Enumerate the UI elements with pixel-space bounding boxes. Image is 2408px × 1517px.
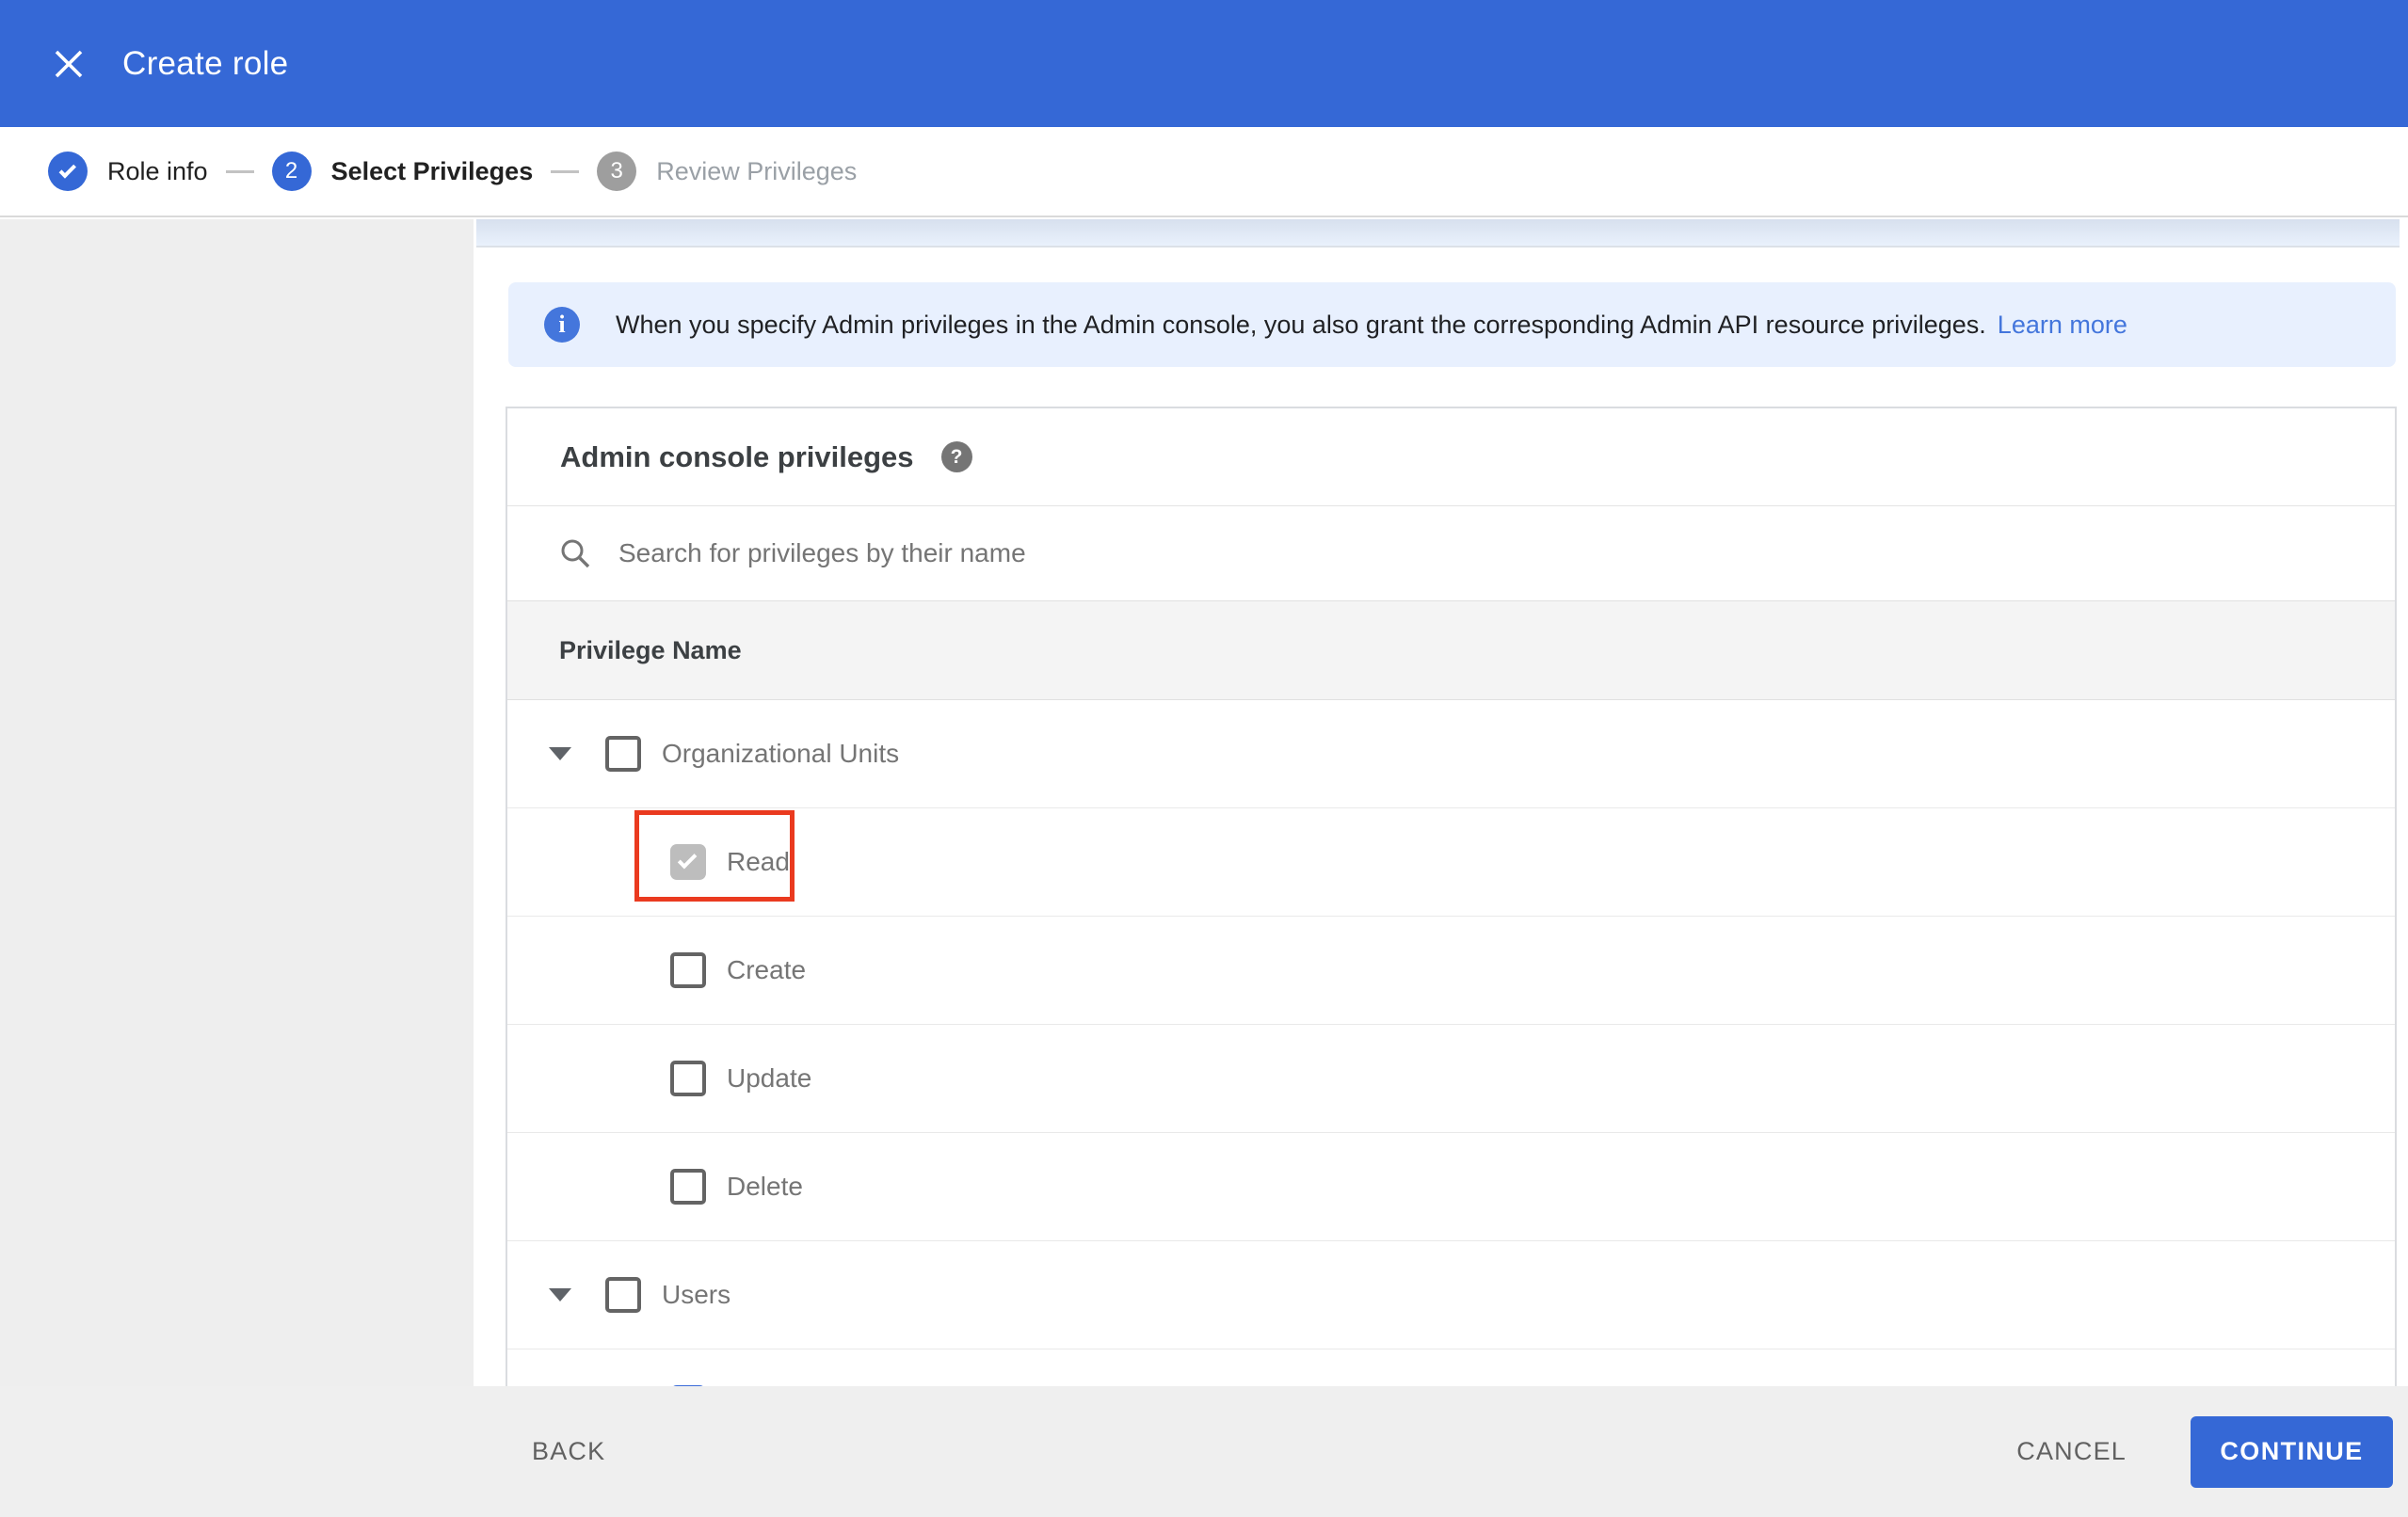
privilege-label: Organizational Units: [662, 739, 900, 768]
checkmark-icon: [677, 849, 697, 870]
help-icon[interactable]: ?: [940, 441, 972, 472]
step-select-privileges[interactable]: 2 Select Privileges: [271, 152, 534, 191]
step1-label: Role info: [107, 156, 208, 185]
privilege-label: Delete: [727, 1172, 803, 1201]
content-pane: i When you specify Admin privileges in t…: [474, 219, 2408, 1461]
continue-button[interactable]: CONTINUE: [2191, 1415, 2393, 1488]
dialog-title: Create role: [122, 44, 289, 82]
card-header: Admin console privileges ?: [507, 408, 2395, 506]
privilege-label: Update: [727, 1063, 812, 1093]
privilege-row-ou-delete[interactable]: Delete: [507, 1133, 2395, 1241]
privilege-search-row: [507, 506, 2395, 600]
info-icon: i: [544, 307, 580, 343]
admin-console-privileges-card: Admin console privileges ? Privilege Nam…: [506, 407, 2397, 1461]
privilege-label: Create: [727, 955, 807, 984]
privilege-name-header: Privilege Name: [559, 635, 742, 664]
info-banner: i When you specify Admin privileges in t…: [508, 282, 2396, 367]
privilege-row-ou-create[interactable]: Create: [507, 917, 2395, 1025]
privilege-label: Users: [662, 1280, 731, 1309]
checkbox-ou-update[interactable]: [670, 1061, 706, 1096]
create-role-dialog: Create role Role info 2 Select Privilege…: [0, 0, 2408, 1517]
cancel-button[interactable]: CANCEL: [2016, 1437, 2127, 1466]
step-review-privileges[interactable]: 3 Review Privileges: [597, 152, 857, 191]
step2-number: 2: [271, 152, 312, 191]
checkbox-ou-read-checked[interactable]: [670, 844, 706, 880]
checkbox-ou-create[interactable]: [670, 952, 706, 988]
stepper: Role info 2 Select Privileges 3 Review P…: [0, 127, 2408, 217]
privilege-row-ou-update[interactable]: Update: [507, 1025, 2395, 1133]
privilege-row-ou-read[interactable]: Read: [507, 808, 2395, 917]
step2-label: Select Privileges: [330, 156, 534, 185]
privilege-search-input[interactable]: [618, 538, 2125, 568]
card-title: Admin console privileges: [560, 439, 914, 473]
privilege-row-users[interactable]: Users: [507, 1241, 2395, 1349]
info-banner-text: When you specify Admin privileges in the…: [616, 310, 1986, 339]
scrolled-section-remnant: [476, 219, 2400, 248]
close-icon[interactable]: [36, 31, 102, 97]
close-x-glyph: [55, 50, 83, 77]
footer-bar: BACK CANCEL CONTINUE: [0, 1386, 2408, 1517]
step1-check-icon: [48, 152, 88, 191]
collapse-arrow-icon[interactable]: [549, 747, 571, 760]
step-connector: [225, 169, 254, 173]
back-button[interactable]: BACK: [532, 1437, 605, 1466]
step3-label: Review Privileges: [656, 156, 858, 185]
privilege-row-organizational-units[interactable]: Organizational Units: [507, 700, 2395, 808]
app-bar: Create role: [0, 0, 2408, 127]
step-role-info[interactable]: Role info: [48, 152, 208, 191]
checkbox-organizational-units[interactable]: [605, 736, 641, 772]
search-icon: [561, 539, 590, 568]
left-pane: [0, 219, 474, 1386]
checkbox-users[interactable]: [605, 1277, 641, 1313]
step3-number: 3: [597, 152, 637, 191]
collapse-arrow-icon[interactable]: [549, 1288, 571, 1301]
step-connector: [551, 169, 580, 173]
learn-more-link[interactable]: Learn more: [1998, 311, 2127, 340]
table-column-header: Privilege Name: [507, 600, 2395, 700]
checkbox-ou-delete[interactable]: [670, 1169, 706, 1205]
privilege-label: Read: [727, 847, 790, 876]
